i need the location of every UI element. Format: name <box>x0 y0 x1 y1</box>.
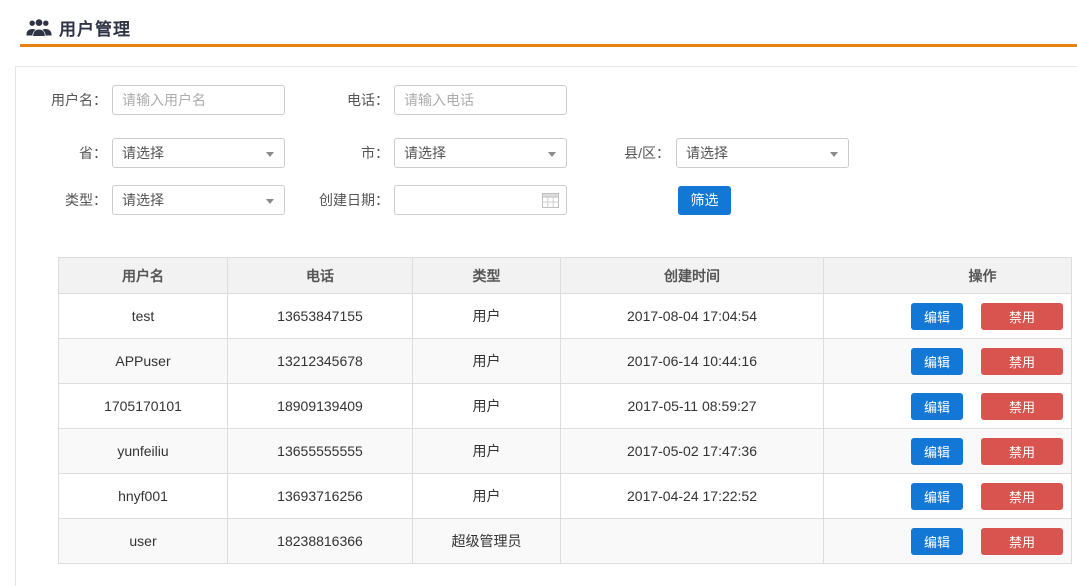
chevron-down-icon <box>266 199 274 204</box>
create-date-input[interactable] <box>394 185 567 215</box>
cell-phone: 13693716256 <box>228 474 413 519</box>
type-select[interactable]: 请选择 <box>112 185 285 215</box>
disable-button[interactable]: 禁用 <box>981 528 1063 555</box>
edit-button[interactable]: 编辑 <box>911 303 963 330</box>
cell-created: 2017-04-24 17:22:52 <box>561 474 824 519</box>
users-table-wrapper: 用户名 电话 类型 创建时间 操作 test 13653847155 用户 20… <box>58 257 1077 564</box>
cell-username: APPuser <box>59 339 228 384</box>
filter-row-3: 类型： 请选择 创建日期： 筛选 <box>16 185 1077 215</box>
col-header-actions: 操作 <box>824 258 1072 294</box>
disable-button[interactable]: 禁用 <box>981 438 1063 465</box>
cell-created: 2017-05-11 08:59:27 <box>561 384 824 429</box>
cell-created: 2017-05-02 17:47:36 <box>561 429 824 474</box>
table-row: 1705170101 18909139409 用户 2017-05-11 08:… <box>59 384 1072 429</box>
page-header: 用户管理 <box>0 0 1077 44</box>
chevron-down-icon <box>266 152 274 157</box>
edit-button[interactable]: 编辑 <box>911 483 963 510</box>
cell-username: hnyf001 <box>59 474 228 519</box>
city-label: 市： <box>285 143 394 163</box>
phone-label: 电话： <box>285 90 394 110</box>
col-header-username: 用户名 <box>59 258 228 294</box>
cell-created <box>561 519 824 564</box>
cell-username: 1705170101 <box>59 384 228 429</box>
edit-button[interactable]: 编辑 <box>911 348 963 375</box>
page-title: 用户管理 <box>59 15 131 40</box>
province-select[interactable]: 请选择 <box>112 138 285 168</box>
city-select[interactable]: 请选择 <box>394 138 567 168</box>
col-header-type: 类型 <box>413 258 561 294</box>
cell-type: 超级管理员 <box>413 519 561 564</box>
county-select[interactable]: 请选择 <box>676 138 849 168</box>
disable-button[interactable]: 禁用 <box>981 483 1063 510</box>
chevron-down-icon <box>548 152 556 157</box>
edit-button[interactable]: 编辑 <box>911 528 963 555</box>
users-table: 用户名 电话 类型 创建时间 操作 test 13653847155 用户 20… <box>58 257 1072 564</box>
filter-submit-button[interactable]: 筛选 <box>678 186 731 215</box>
edit-button[interactable]: 编辑 <box>911 393 963 420</box>
cell-username: test <box>59 294 228 339</box>
table-row: APPuser 13212345678 用户 2017-06-14 10:44:… <box>59 339 1072 384</box>
chevron-down-icon <box>830 152 838 157</box>
cell-type: 用户 <box>413 474 561 519</box>
users-icon <box>26 18 52 38</box>
province-label: 省： <box>16 143 112 163</box>
cell-type: 用户 <box>413 339 561 384</box>
cell-phone: 18909139409 <box>228 384 413 429</box>
accent-divider <box>20 44 1077 47</box>
cell-username: yunfeiliu <box>59 429 228 474</box>
col-header-phone: 电话 <box>228 258 413 294</box>
table-row: yunfeiliu 13655555555 用户 2017-05-02 17:4… <box>59 429 1072 474</box>
table-row: test 13653847155 用户 2017-08-04 17:04:54 … <box>59 294 1072 339</box>
type-select-value: 请选择 <box>122 190 164 210</box>
table-header-row: 用户名 电话 类型 创建时间 操作 <box>59 258 1072 294</box>
city-select-value: 请选择 <box>404 143 446 163</box>
cell-type: 用户 <box>413 429 561 474</box>
col-header-created: 创建时间 <box>561 258 824 294</box>
cell-type: 用户 <box>413 384 561 429</box>
username-label: 用户名： <box>16 90 112 110</box>
disable-button[interactable]: 禁用 <box>981 393 1063 420</box>
username-input[interactable] <box>112 85 285 115</box>
cell-phone: 13212345678 <box>228 339 413 384</box>
disable-button[interactable]: 禁用 <box>981 303 1063 330</box>
edit-button[interactable]: 编辑 <box>911 438 963 465</box>
cell-created: 2017-08-04 17:04:54 <box>561 294 824 339</box>
filter-and-table-panel: 用户名： 电话： 省： 请选择 市： 请选择 县/区： 请选择 类型： 请选择 … <box>15 66 1077 586</box>
phone-input[interactable] <box>394 85 567 115</box>
filter-row-1: 用户名： 电话： <box>16 85 1077 115</box>
disable-button[interactable]: 禁用 <box>981 348 1063 375</box>
province-select-value: 请选择 <box>122 143 164 163</box>
county-label: 县/区： <box>567 143 676 163</box>
cell-type: 用户 <box>413 294 561 339</box>
cell-phone: 13653847155 <box>228 294 413 339</box>
calendar-icon <box>542 193 559 211</box>
table-row: hnyf001 13693716256 用户 2017-04-24 17:22:… <box>59 474 1072 519</box>
cell-phone: 13655555555 <box>228 429 413 474</box>
cell-username: user <box>59 519 228 564</box>
filter-row-2: 省： 请选择 市： 请选择 县/区： 请选择 <box>16 138 1077 168</box>
cell-created: 2017-06-14 10:44:16 <box>561 339 824 384</box>
table-row: user 18238816366 超级管理员 编辑 禁用 <box>59 519 1072 564</box>
cell-phone: 18238816366 <box>228 519 413 564</box>
create-date-label: 创建日期： <box>285 190 394 210</box>
county-select-value: 请选择 <box>686 143 728 163</box>
type-label: 类型： <box>16 190 112 210</box>
